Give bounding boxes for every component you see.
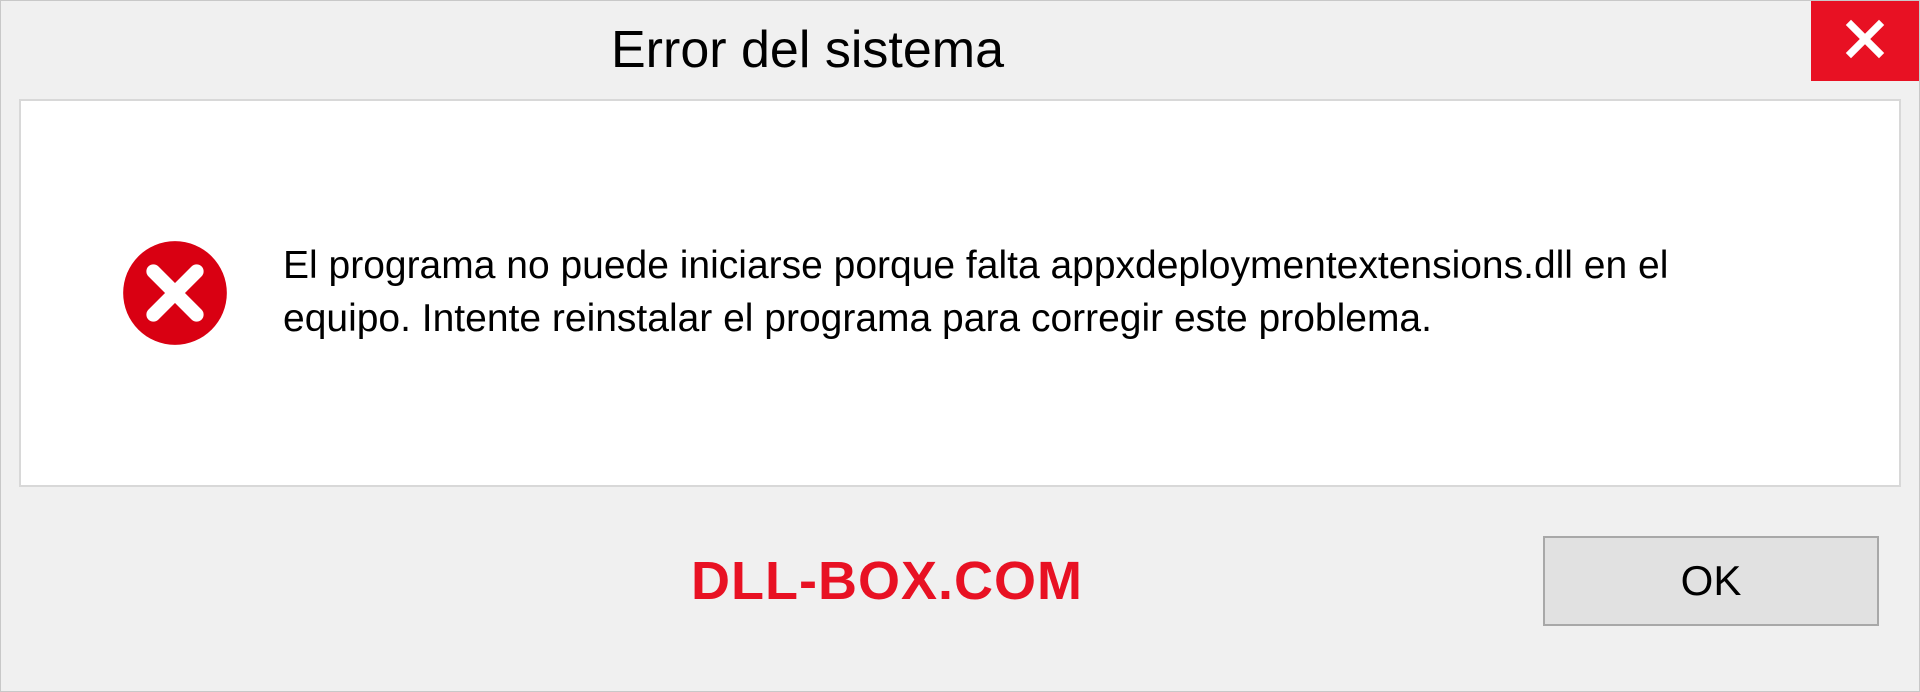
- watermark-text: DLL-BOX.COM: [691, 550, 1083, 612]
- error-icon: [121, 239, 229, 347]
- ok-button[interactable]: OK: [1543, 536, 1879, 626]
- dialog-footer: DLL-BOX.COM OK: [1, 487, 1919, 675]
- close-button[interactable]: [1811, 1, 1919, 81]
- content-panel: El programa no puede iniciarse porque fa…: [19, 99, 1901, 487]
- close-icon: [1844, 18, 1886, 65]
- titlebar: Error del sistema: [1, 1, 1919, 99]
- dialog-title: Error del sistema: [611, 20, 1004, 80]
- error-message: El programa no puede iniciarse porque fa…: [283, 240, 1799, 345]
- error-dialog: Error del sistema El programa no puede i…: [0, 0, 1920, 692]
